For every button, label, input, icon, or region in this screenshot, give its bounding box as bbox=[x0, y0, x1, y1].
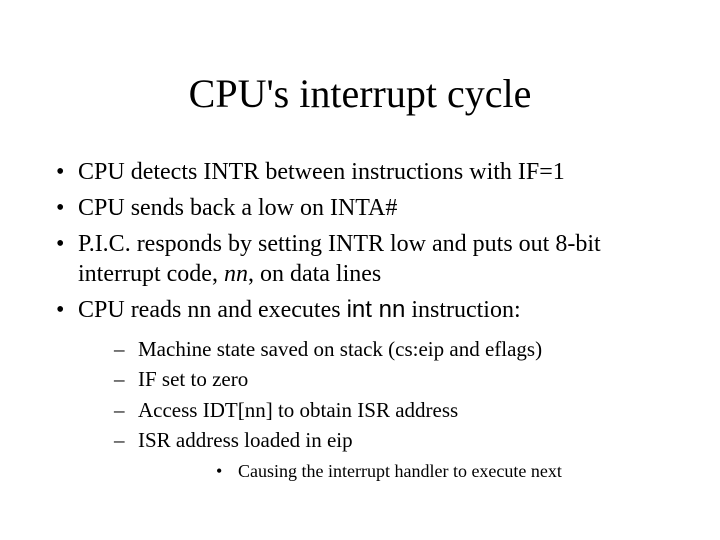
bullet-list-level1: CPU detects INTR between instructions wi… bbox=[50, 157, 670, 484]
sub-bullet-item: ISR address loaded in eip Causing the in… bbox=[78, 426, 670, 484]
bullet-text: CPU detects INTR between instructions wi… bbox=[78, 159, 565, 185]
sub-bullet-item: IF set to zero bbox=[78, 365, 670, 393]
bullet-text: , on data lines bbox=[248, 261, 381, 287]
sub-bullet-item: Machine state saved on stack (cs:eip and… bbox=[78, 335, 670, 363]
bullet-list-level2: Machine state saved on stack (cs:eip and… bbox=[78, 335, 670, 484]
sub-bullet-item: Access IDT[nn] to obtain ISR address bbox=[78, 396, 670, 424]
bullet-item: CPU sends back a low on INTA# bbox=[50, 193, 670, 223]
bullet-list-level3: Causing the interrupt handler to execute… bbox=[138, 460, 670, 483]
sub-bullet-text: IF set to zero bbox=[138, 367, 248, 391]
bullet-item: CPU detects INTR between instructions wi… bbox=[50, 157, 670, 187]
bullet-text-italic: nn bbox=[224, 261, 248, 287]
bullet-item: CPU reads nn and executes int nn instruc… bbox=[50, 295, 670, 484]
slide-title: CPU's interrupt cycle bbox=[50, 70, 670, 117]
slide: CPU's interrupt cycle CPU detects INTR b… bbox=[0, 0, 720, 540]
bullet-text: instruction: bbox=[405, 297, 520, 323]
bullet-text: CPU sends back a low on INTA# bbox=[78, 195, 397, 221]
bullet-text-code: int nn bbox=[347, 296, 406, 323]
bullet-item: P.I.C. responds by setting INTR low and … bbox=[50, 229, 670, 289]
sub-bullet-text: Machine state saved on stack (cs:eip and… bbox=[138, 337, 542, 361]
bullet-text: CPU reads nn and executes bbox=[78, 297, 347, 323]
sub-bullet-text: Access IDT[nn] to obtain ISR address bbox=[138, 398, 458, 422]
subsub-bullet-text: Causing the interrupt handler to execute… bbox=[238, 461, 562, 481]
subsub-bullet-item: Causing the interrupt handler to execute… bbox=[138, 460, 670, 483]
sub-bullet-text: ISR address loaded in eip bbox=[138, 428, 353, 452]
